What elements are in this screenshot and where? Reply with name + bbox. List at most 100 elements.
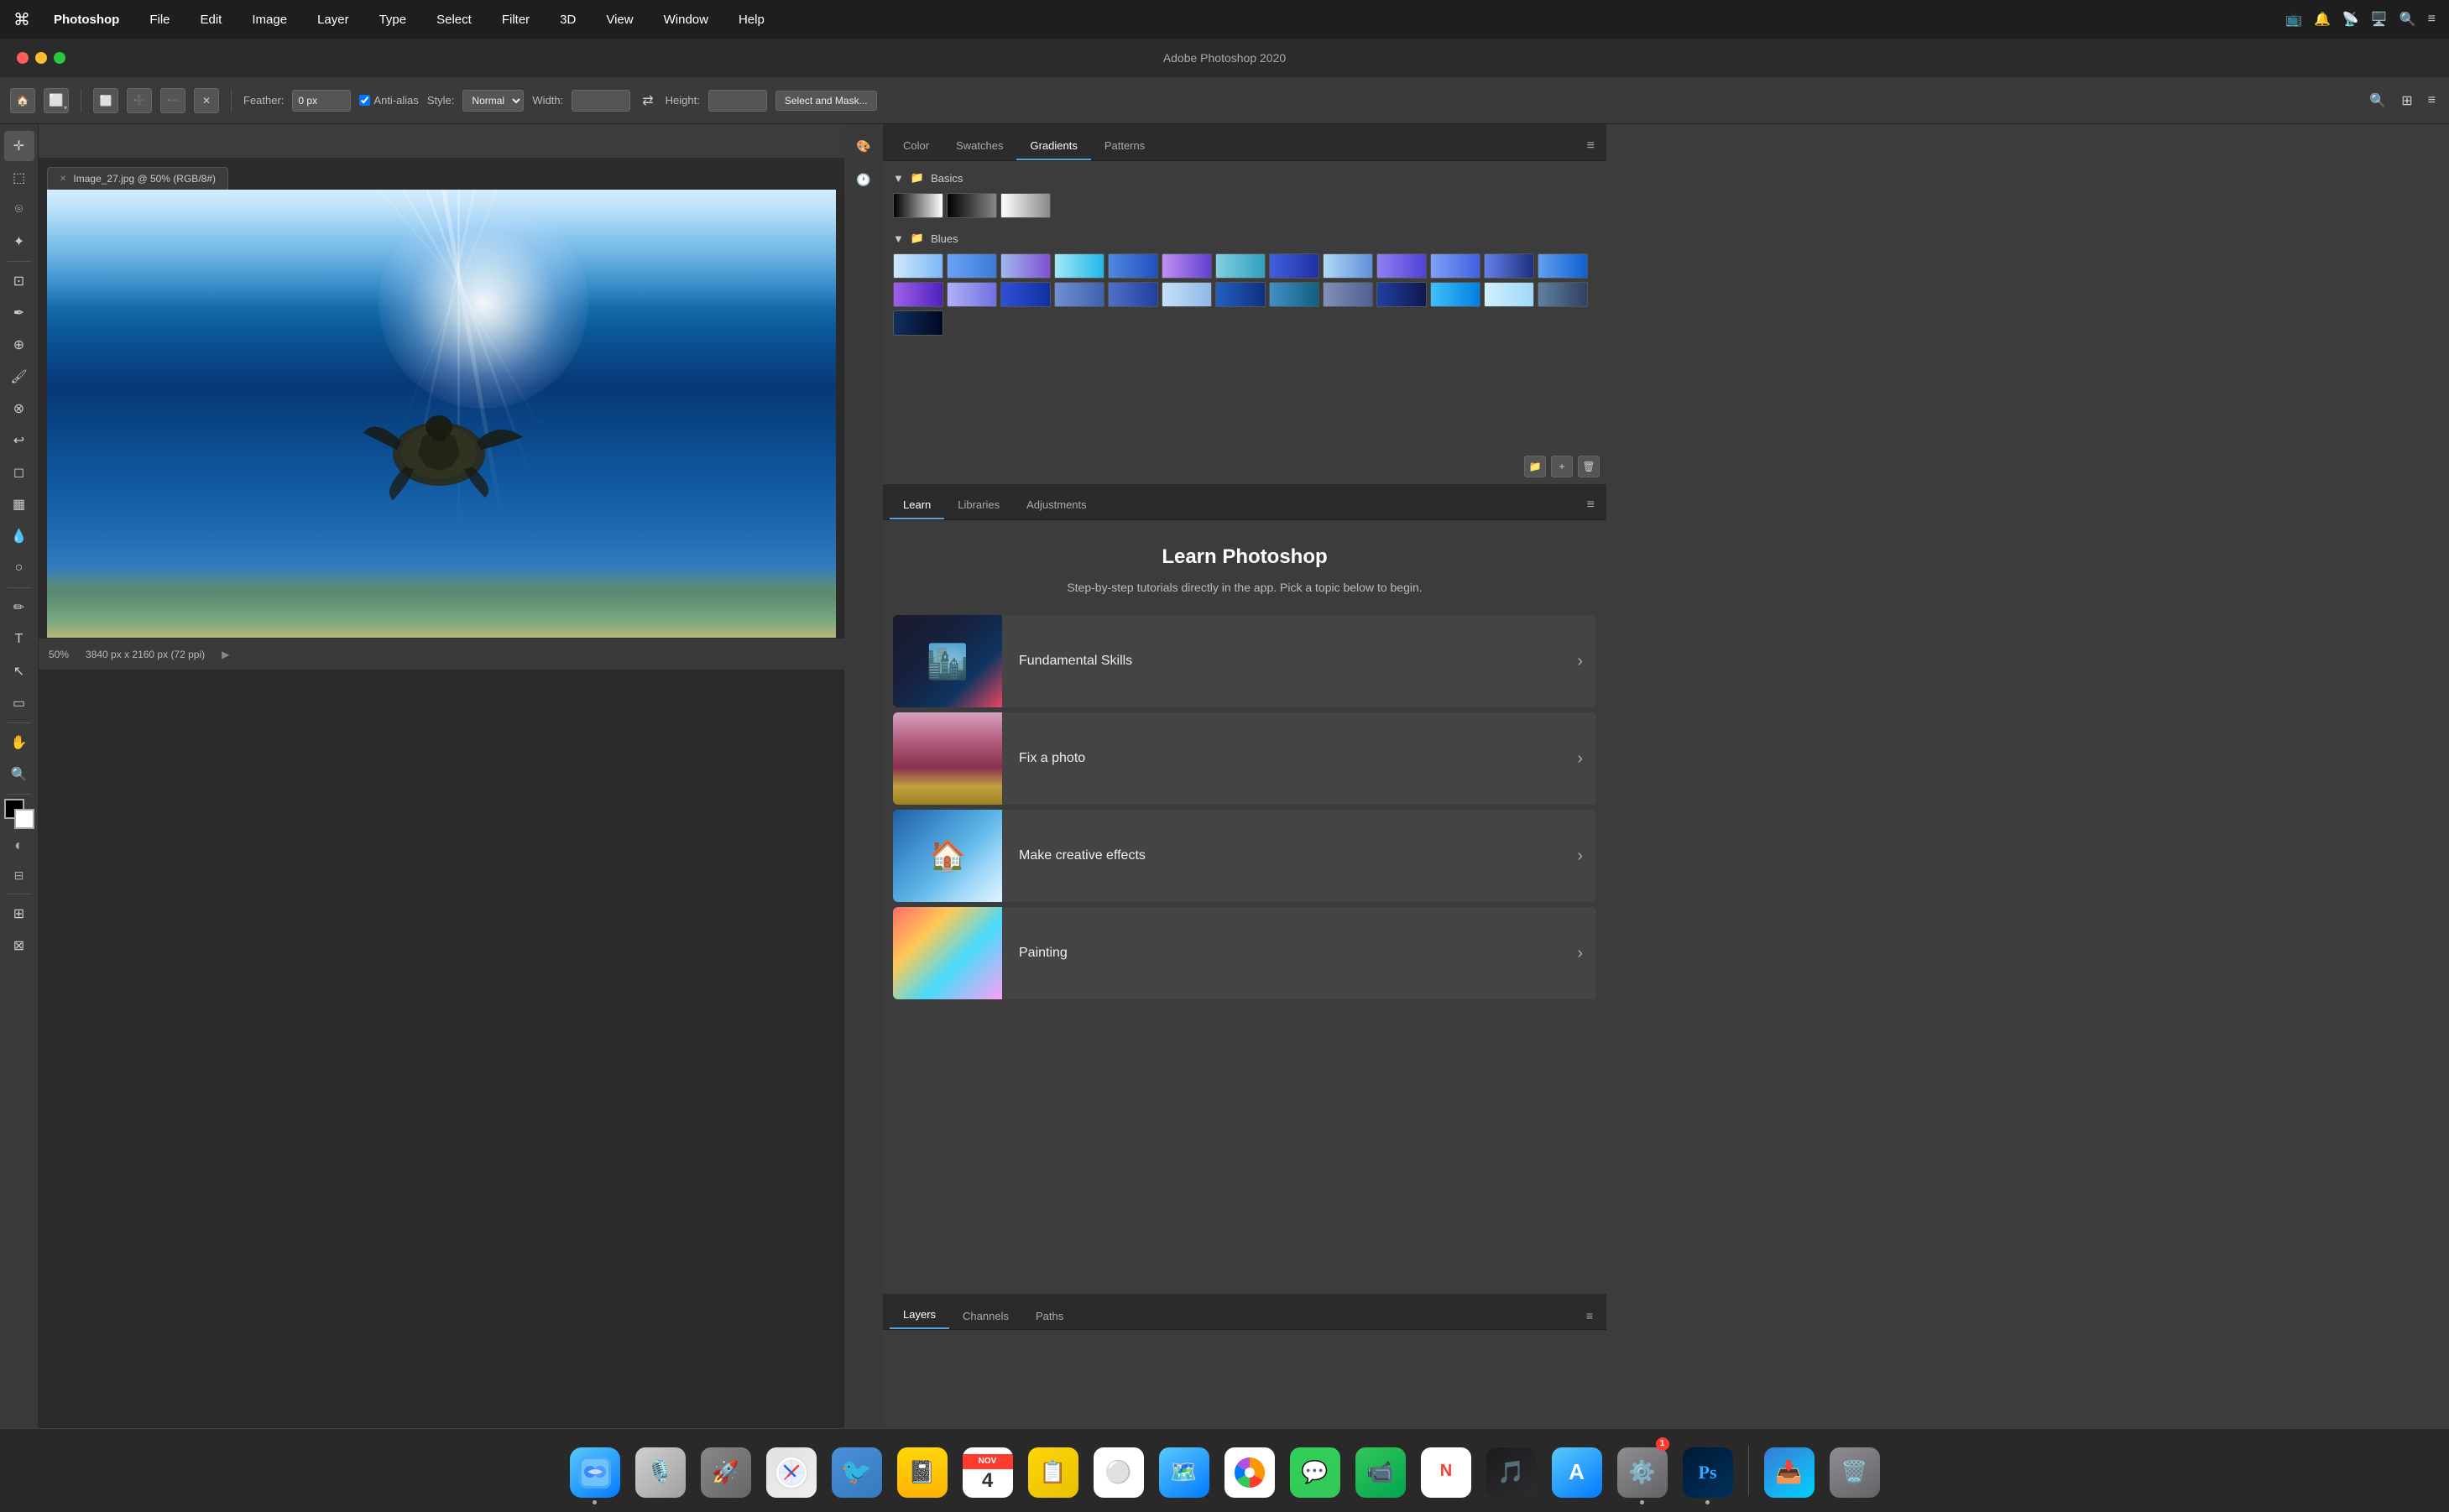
- text-tool[interactable]: T: [4, 624, 34, 654]
- gradient-blue-med[interactable]: [947, 253, 997, 279]
- learn-card-painting[interactable]: Painting ›: [893, 907, 1596, 999]
- dock-notes[interactable]: 📓: [892, 1437, 953, 1504]
- menu-item-3d[interactable]: 3D: [553, 9, 582, 30]
- search-icon-opts[interactable]: 🔍: [2366, 89, 2389, 112]
- dock-news[interactable]: N: [1416, 1437, 1476, 1504]
- dock-trash[interactable]: 🗑️: [1825, 1437, 1885, 1504]
- foreground-background-colors[interactable]: [4, 799, 34, 829]
- lasso-tool[interactable]: ⌾: [4, 195, 34, 225]
- menu-item-filter[interactable]: Filter: [495, 9, 536, 30]
- learn-panel-menu[interactable]: ≡: [1582, 494, 1600, 516]
- history-brush-tool[interactable]: ↩: [4, 425, 34, 456]
- menu-item-help[interactable]: Help: [732, 9, 771, 30]
- notifications-icon[interactable]: 🔔: [2314, 11, 2331, 28]
- gradient-ocean[interactable]: [1269, 282, 1319, 307]
- tab-paths[interactable]: Paths: [1022, 1303, 1077, 1329]
- menu-item-image[interactable]: Image: [245, 9, 294, 30]
- tab-libraries[interactable]: Libraries: [944, 492, 1013, 519]
- screen-mode-button[interactable]: ⊟: [5, 861, 34, 889]
- menu-item-select[interactable]: Select: [430, 9, 478, 30]
- tab-swatches[interactable]: Swatches: [943, 133, 1016, 160]
- dock-appstore[interactable]: A: [1547, 1437, 1607, 1504]
- brush-tool[interactable]: 🖌: [4, 362, 34, 392]
- gradient-periwinkle[interactable]: [947, 282, 997, 307]
- magic-wand-tool[interactable]: ✦: [4, 227, 34, 257]
- stamp-tool[interactable]: ⊗: [4, 394, 34, 424]
- blur-tool[interactable]: 💧: [4, 521, 34, 551]
- marquee-tool[interactable]: ⬚: [4, 163, 34, 193]
- menu-item-view[interactable]: View: [599, 9, 640, 30]
- add-selection-btn[interactable]: ➕: [127, 88, 152, 113]
- gradient-blue-gray[interactable]: [1323, 282, 1373, 307]
- menu-item-type[interactable]: Type: [373, 9, 414, 30]
- style-select[interactable]: Normal: [462, 90, 524, 112]
- zoom-tool[interactable]: 🔍: [4, 759, 34, 790]
- maximize-button[interactable]: [54, 52, 65, 64]
- gradient-blue-deep[interactable]: [1108, 253, 1158, 279]
- new-selection-btn[interactable]: ⬜: [93, 88, 118, 113]
- gradient-royal[interactable]: [1269, 253, 1319, 279]
- rectangle-marquee-btn[interactable]: ⬜ ▾: [44, 88, 69, 113]
- layers-panel-menu[interactable]: ≡: [1580, 1306, 1600, 1326]
- gradient-sky[interactable]: [1323, 253, 1373, 279]
- search-icon[interactable]: 🔍: [2399, 11, 2416, 28]
- gradient-tool[interactable]: ▦: [4, 489, 34, 519]
- dock-sysprefs[interactable]: ⚙️ 1: [1612, 1437, 1673, 1504]
- learn-card-creative[interactable]: 🏠 Make creative effects ›: [893, 810, 1596, 902]
- gradient-cyan[interactable]: [1054, 253, 1104, 279]
- gradient-navy[interactable]: [1376, 282, 1427, 307]
- feather-input[interactable]: [292, 90, 351, 112]
- dock-finder[interactable]: [565, 1437, 625, 1504]
- dock-launchpad[interactable]: 🚀: [696, 1437, 756, 1504]
- airdrop-icon[interactable]: 📡: [2342, 11, 2359, 28]
- dock-facetime[interactable]: 📹: [1350, 1437, 1411, 1504]
- intersect-selection-btn[interactable]: ✕: [194, 88, 219, 113]
- menu-item-file[interactable]: File: [143, 9, 176, 30]
- crop-tool[interactable]: ⊡: [4, 266, 34, 296]
- eraser-tool[interactable]: ◻: [4, 457, 34, 487]
- tab-learn[interactable]: Learn: [890, 492, 944, 519]
- dock-downloads[interactable]: 📥: [1759, 1437, 1820, 1504]
- learn-card-fundamental[interactable]: 🏙️ Fundamental Skills ›: [893, 615, 1596, 707]
- gradient-sapphire[interactable]: [1215, 282, 1266, 307]
- more-icon[interactable]: ≡: [2425, 90, 2439, 112]
- tab-adjustments[interactable]: Adjustments: [1013, 492, 1100, 519]
- hand-tool[interactable]: ✋: [4, 727, 34, 758]
- menu-item-window[interactable]: Window: [657, 9, 715, 30]
- gradient-blue-light[interactable]: [893, 253, 943, 279]
- gradient-teal[interactable]: [1215, 253, 1266, 279]
- select-and-mask-button[interactable]: Select and Mask...: [775, 91, 877, 111]
- gradient-black-white[interactable]: [893, 193, 943, 218]
- gradient-ice[interactable]: [1484, 282, 1534, 307]
- dock-safari[interactable]: [761, 1437, 822, 1504]
- anti-alias-label[interactable]: Anti-alias: [359, 94, 418, 107]
- tab-layers[interactable]: Layers: [890, 1301, 949, 1329]
- menu-extras-icon[interactable]: ≡: [2428, 12, 2436, 27]
- dock-twitter[interactable]: 🐦: [827, 1437, 887, 1504]
- path-tool[interactable]: ↖: [4, 656, 34, 686]
- arrange-button[interactable]: ⊠: [4, 931, 34, 961]
- dock-reminders[interactable]: ⚪: [1089, 1437, 1149, 1504]
- dock-messages[interactable]: 💬: [1285, 1437, 1345, 1504]
- gradient-purple-blue[interactable]: [1162, 253, 1212, 279]
- status-arrow[interactable]: ▶: [222, 649, 229, 660]
- move-tool[interactable]: ✛: [4, 131, 34, 161]
- dock-siri[interactable]: 🎙️: [630, 1437, 691, 1504]
- gradient-black-transparent[interactable]: [947, 193, 997, 218]
- menu-item-layer[interactable]: Layer: [311, 9, 356, 30]
- subtract-selection-btn[interactable]: ➖: [160, 88, 185, 113]
- pen-tool[interactable]: ✏: [4, 592, 34, 623]
- gradients-panel-menu[interactable]: ≡: [1582, 135, 1600, 157]
- history-panel-btn[interactable]: 🕐: [849, 164, 879, 195]
- height-input[interactable]: [708, 90, 767, 112]
- gradient-blue-violet[interactable]: [893, 282, 943, 307]
- gradient-blue-purple[interactable]: [1000, 253, 1051, 279]
- arrange-icon[interactable]: ⊞: [2398, 89, 2415, 112]
- gradient-white-transparent[interactable]: [1000, 193, 1051, 218]
- basics-group-header[interactable]: ▼ 📁 Basics: [893, 171, 1596, 185]
- artboards-button[interactable]: ⊞: [4, 899, 34, 929]
- dock-photoshop[interactable]: Ps: [1678, 1437, 1738, 1504]
- quick-mask-button[interactable]: ◐: [5, 831, 34, 859]
- gradient-denim[interactable]: [1108, 282, 1158, 307]
- gradient-powder[interactable]: [1162, 282, 1212, 307]
